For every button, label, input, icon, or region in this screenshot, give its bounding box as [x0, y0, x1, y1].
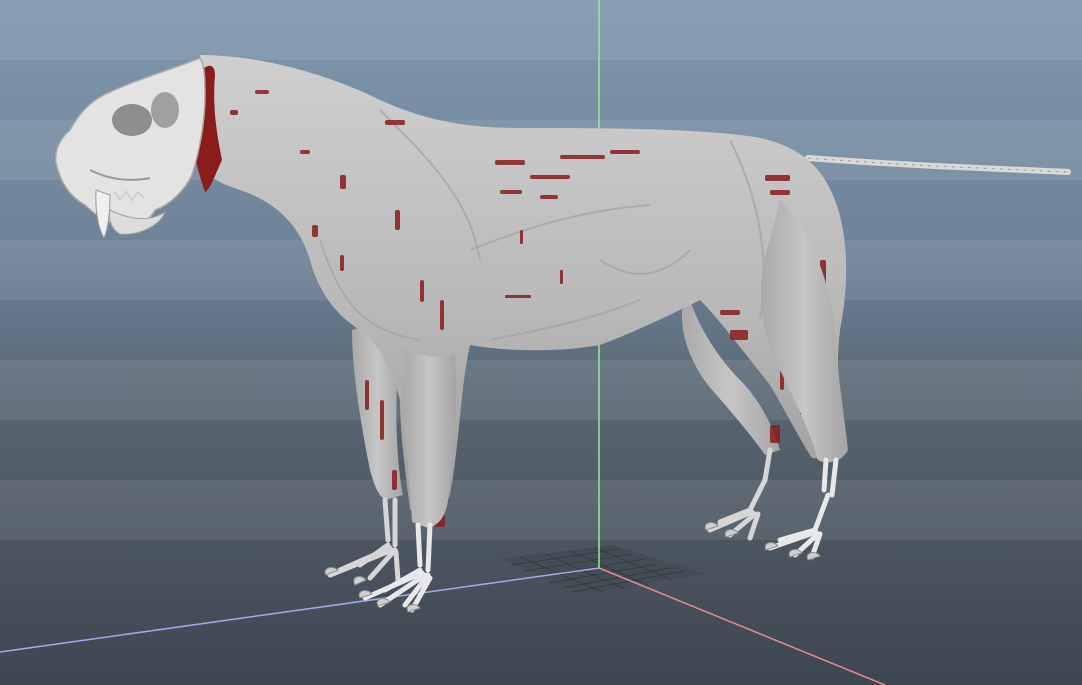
viewport-canvas[interactable]	[0, 0, 1082, 685]
z-axis-line	[0, 567, 600, 653]
3d-viewport[interactable]	[0, 0, 1082, 685]
x-axis-line	[598, 567, 886, 685]
skull	[54, 57, 206, 240]
